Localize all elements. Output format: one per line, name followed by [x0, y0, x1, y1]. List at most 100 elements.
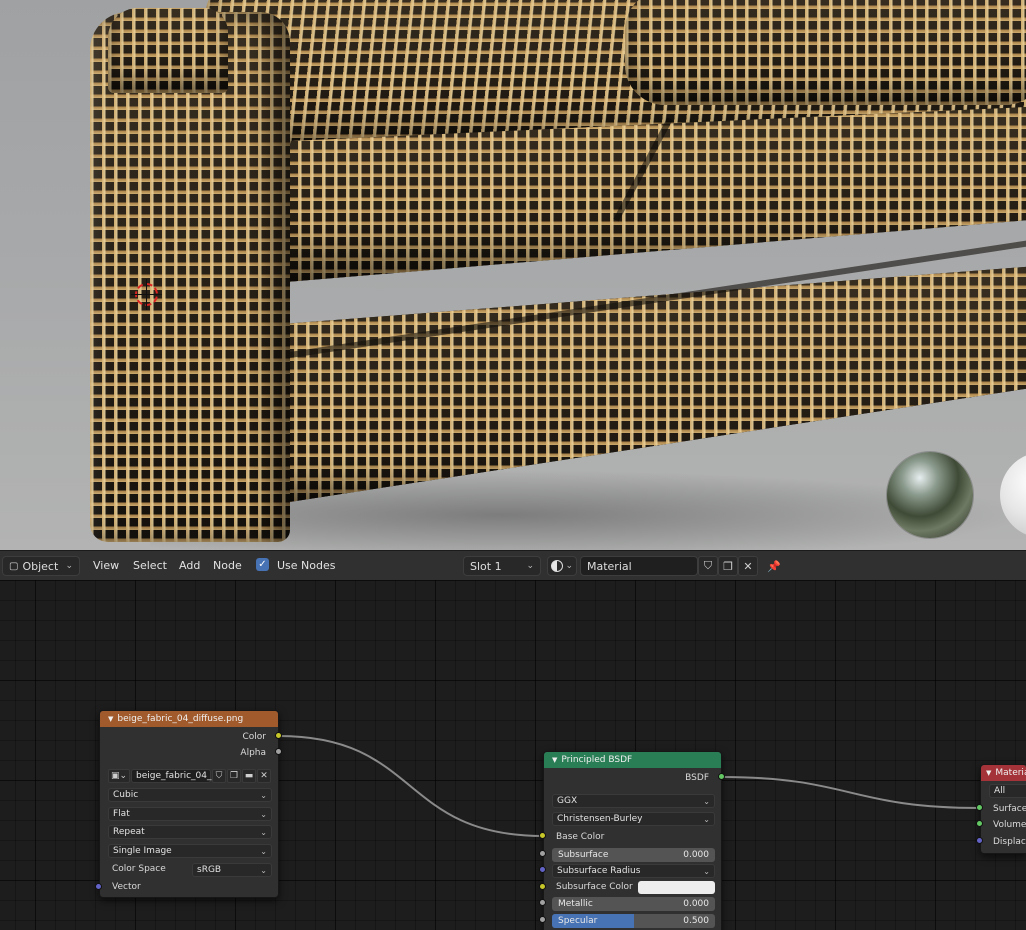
collapse-triangle-icon[interactable]: ▼	[986, 769, 991, 777]
chevron-down-icon: ⌄	[565, 561, 573, 571]
input-subsurface-radius-socket[interactable]	[539, 866, 546, 873]
close-icon[interactable]: ✕	[738, 556, 758, 576]
input-vector-socket[interactable]	[95, 883, 102, 890]
subsurface-method-value: Christensen-Burley	[557, 814, 643, 824]
projection-value: Flat	[113, 809, 130, 819]
hdri-preview-sphere	[887, 452, 973, 538]
input-metallic-socket[interactable]	[539, 899, 546, 906]
image-datablock-row: ▣⌄ beige_fabric_04_... ⛉ ❐ ▬ ✕	[108, 769, 272, 783]
input-base-color-socket[interactable]	[539, 832, 546, 839]
chevron-down-icon: ⌄	[703, 796, 710, 806]
projection-select[interactable]: Flat ⌄	[108, 807, 272, 821]
metallic-label: Metallic	[558, 899, 593, 909]
image-source-value: Single Image	[113, 846, 172, 856]
output-color-socket[interactable]	[275, 732, 282, 739]
menu-view[interactable]: View	[93, 559, 119, 572]
material-sphere-icon	[551, 560, 563, 572]
fake-user-shield-icon[interactable]: ⛉	[212, 769, 226, 783]
subsurface-radius-select[interactable]: Subsurface Radius ⌄	[552, 864, 715, 878]
subsurface-color-label: Subsurface Color	[556, 882, 633, 892]
specular-value: 0.500	[683, 916, 709, 926]
chevron-down-icon: ⌄	[260, 827, 267, 837]
output-color-label: Color	[242, 732, 267, 742]
input-surface-socket[interactable]	[976, 804, 983, 811]
open-folder-icon[interactable]: ▬	[242, 769, 256, 783]
interpolation-value: Cubic	[113, 790, 139, 800]
input-specular-socket[interactable]	[539, 916, 546, 923]
principled-bsdf-node-title: Principled BSDF	[561, 755, 633, 765]
chevron-down-icon: ⌄	[703, 814, 710, 824]
fake-user-shield-icon[interactable]: ⛉	[698, 556, 718, 576]
collapse-triangle-icon[interactable]: ▼	[552, 756, 557, 764]
output-alpha-label: Alpha	[240, 748, 266, 758]
object-mode-select[interactable]: ▢ Object ⌄	[2, 556, 80, 576]
menu-add[interactable]: Add	[179, 559, 200, 572]
input-vector-label: Vector	[112, 882, 141, 892]
material-name-text: Material	[587, 559, 632, 573]
use-nodes-checkbox[interactable]: ✓	[256, 558, 269, 571]
color-space-select[interactable]: sRGB ⌄	[192, 863, 272, 877]
subsurface-radius-label: Subsurface Radius	[557, 866, 641, 876]
pin-icon[interactable]: 📌	[764, 556, 784, 576]
extension-value: Repeat	[113, 827, 145, 837]
image-name-field[interactable]: beige_fabric_04_...	[131, 769, 220, 783]
menu-select[interactable]: Select	[133, 559, 167, 572]
principled-bsdf-node-header[interactable]: ▼ Principled BSDF	[544, 752, 721, 768]
output-target-value: All	[994, 786, 1006, 796]
node-editor-header: ▢ Object ⌄ View Select Add Node Use Node…	[0, 550, 1026, 580]
chevron-down-icon: ⌄	[260, 865, 267, 875]
distribution-select[interactable]: GGX ⌄	[552, 794, 715, 808]
3d-viewport[interactable]	[0, 0, 1026, 550]
subsurface-method-select[interactable]: Christensen-Burley ⌄	[552, 812, 715, 826]
duplicate-icon[interactable]: ❐	[718, 556, 738, 576]
input-volume-socket[interactable]	[976, 820, 983, 827]
material-output-node[interactable]: ▼ Material Output All Surface Volume Dis…	[980, 764, 1026, 854]
chevron-down-icon: ⌄	[65, 561, 73, 571]
menu-node[interactable]: Node	[213, 559, 242, 572]
subsurface-label: Subsurface	[558, 850, 609, 860]
interpolation-select[interactable]: Cubic ⌄	[108, 788, 272, 802]
chevron-down-icon: ⌄	[526, 561, 534, 571]
image-texture-node-header[interactable]: ▼ beige_fabric_04_diffuse.png	[100, 711, 278, 727]
input-displacement-socket[interactable]	[976, 837, 983, 844]
input-volume-label: Volume	[993, 820, 1026, 830]
material-name-field[interactable]: Material	[580, 556, 698, 576]
output-alpha-socket[interactable]	[275, 748, 282, 755]
extension-select[interactable]: Repeat ⌄	[108, 825, 272, 839]
metallic-slider[interactable]: Metallic 0.000	[552, 897, 715, 911]
material-output-node-header[interactable]: ▼ Material Output	[981, 765, 1026, 781]
3d-cursor-icon[interactable]	[131, 279, 162, 310]
chevron-down-icon: ⌄	[260, 846, 267, 856]
duplicate-icon[interactable]: ❐	[227, 769, 241, 783]
image-texture-node-title: beige_fabric_04_diffuse.png	[117, 714, 244, 724]
collapse-triangle-icon[interactable]: ▼	[108, 715, 113, 723]
output-bsdf-socket[interactable]	[718, 773, 725, 780]
image-browse-icon[interactable]: ▣⌄	[108, 769, 130, 783]
input-subsurface-color-socket[interactable]	[539, 883, 546, 890]
chevron-down-icon: ⌄	[260, 790, 267, 800]
slot-select[interactable]: Slot 1 ⌄	[463, 556, 541, 576]
distribution-value: GGX	[557, 796, 578, 806]
image-texture-node[interactable]: ▼ beige_fabric_04_diffuse.png Color Alph…	[99, 710, 279, 898]
color-space-value: sRGB	[197, 865, 222, 875]
specular-label: Specular	[558, 916, 598, 926]
input-subsurface-socket[interactable]	[539, 850, 546, 857]
sofa-back-cushion	[625, 0, 1026, 105]
subsurface-color-swatch[interactable]	[638, 881, 715, 894]
output-bsdf-label: BSDF	[685, 773, 709, 783]
image-source-select[interactable]: Single Image ⌄	[108, 844, 272, 858]
output-target-select[interactable]: All	[989, 784, 1026, 798]
color-space-label: Color Space	[112, 864, 166, 874]
specular-slider[interactable]: Specular 0.500	[552, 914, 715, 928]
material-output-node-title: Material Output	[995, 768, 1026, 778]
input-surface-label: Surface	[993, 804, 1026, 814]
subsurface-slider[interactable]: Subsurface 0.000	[552, 848, 715, 862]
image-name-text: beige_fabric_04_...	[136, 771, 221, 781]
close-icon[interactable]: ✕	[257, 769, 271, 783]
principled-bsdf-node[interactable]: ▼ Principled BSDF BSDF GGX ⌄ Christensen…	[543, 751, 722, 930]
browse-material-button[interactable]: ⌄	[547, 556, 577, 576]
subsurface-value: 0.000	[683, 850, 709, 860]
base-color-label: Base Color	[556, 832, 605, 842]
chevron-down-icon: ⌄	[703, 866, 710, 876]
use-nodes-label[interactable]: Use Nodes	[277, 559, 336, 572]
